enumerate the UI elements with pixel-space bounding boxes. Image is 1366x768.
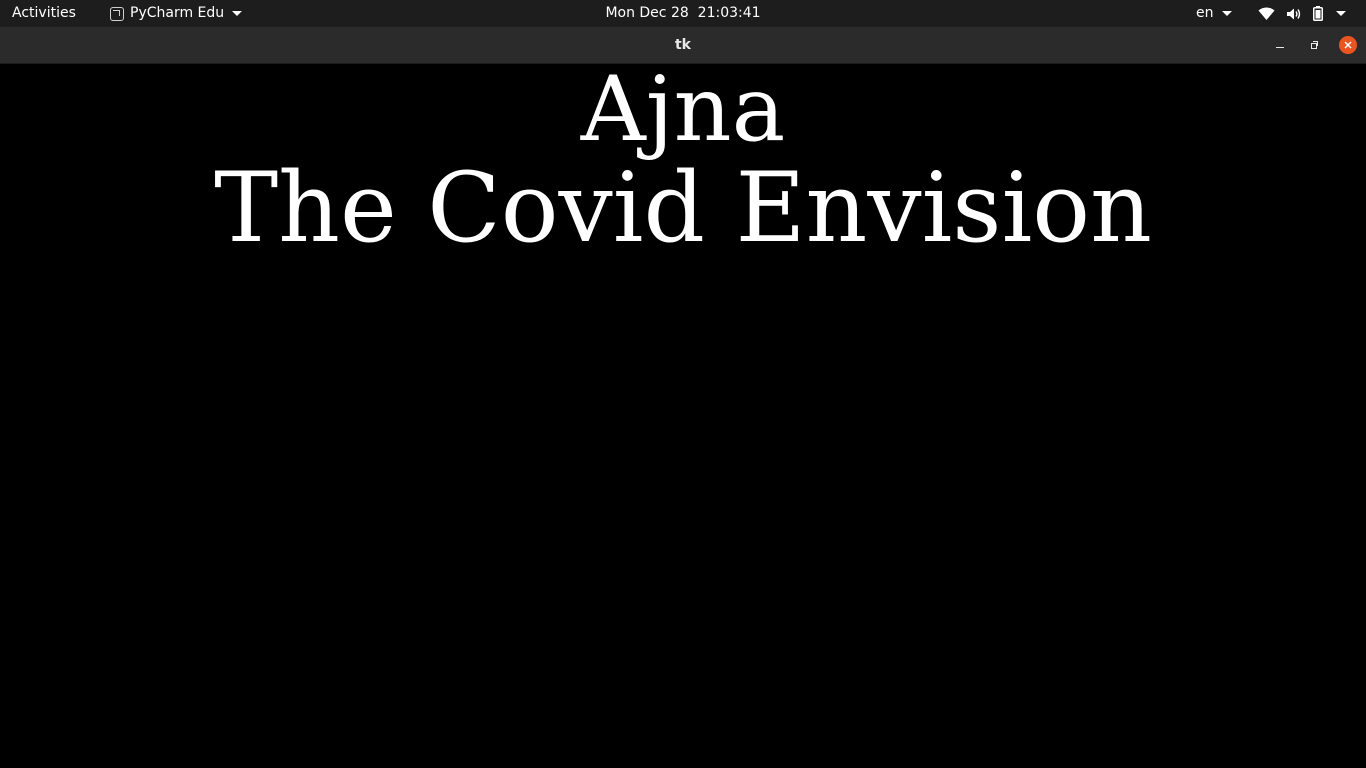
language-selector[interactable]: en [1196, 5, 1232, 22]
chevron-down-icon [1221, 11, 1232, 16]
close-button[interactable] [1339, 36, 1357, 54]
maximize-button[interactable] [1305, 36, 1323, 54]
tk-window-content: Ajna The Covid Envision [0, 60, 1366, 768]
app-name-heading: Ajna [580, 57, 786, 162]
chevron-down-icon [232, 11, 243, 16]
minimize-button[interactable] [1271, 36, 1289, 54]
maximize-icon [1311, 41, 1318, 49]
system-menu-caret-icon [1336, 11, 1346, 16]
language-label: en [1196, 5, 1214, 21]
activities-button[interactable]: Activities [12, 5, 76, 22]
app-menu-button[interactable]: PyCharm Edu [110, 5, 243, 22]
system-menu[interactable] [1258, 5, 1346, 22]
app-subtitle-heading: The Covid Envision [214, 152, 1152, 264]
battery-icon [1313, 6, 1323, 21]
app-menu-label: PyCharm Edu [130, 5, 225, 21]
pycharm-icon [110, 6, 124, 21]
volume-icon [1286, 7, 1302, 21]
window-title: tk [674, 37, 691, 53]
wifi-icon [1258, 6, 1275, 21]
clock-button[interactable]: Mon Dec 28 21:03:41 [605, 5, 760, 21]
minimize-icon [1276, 47, 1284, 48]
top-bar: Activities PyCharm Edu Mon Dec 28 21:03:… [0, 0, 1366, 27]
close-icon [1344, 41, 1352, 49]
